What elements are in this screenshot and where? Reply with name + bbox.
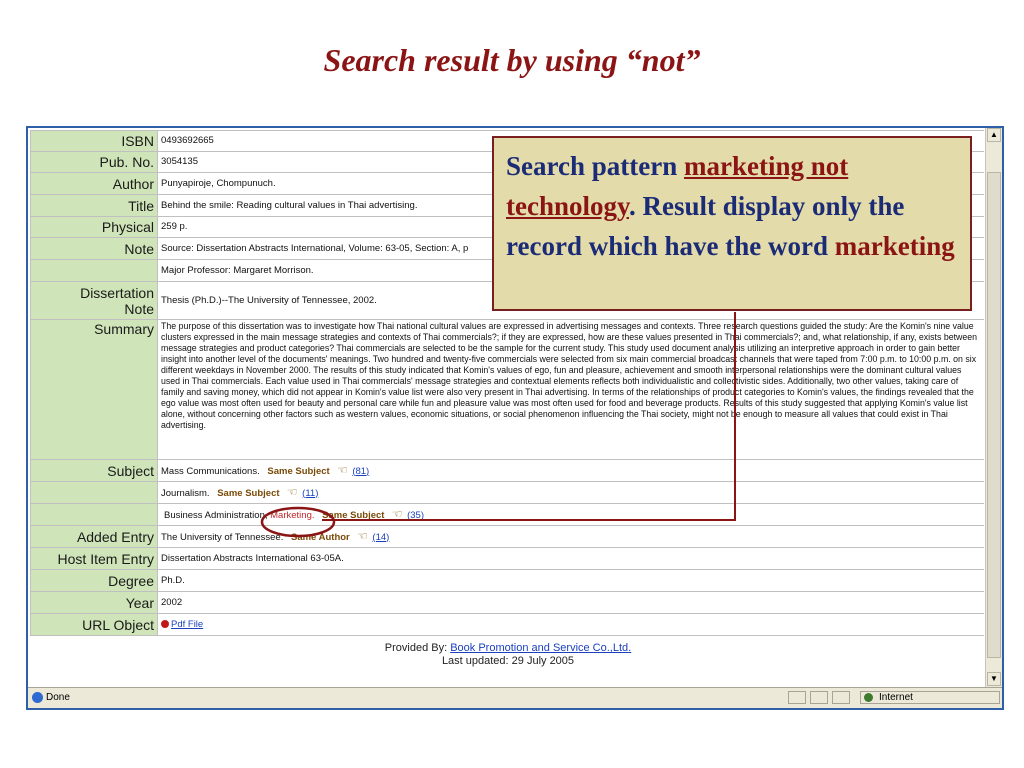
row-added-entry: Added Entry The University of Tennessee.… [30,525,984,548]
same-subject-link[interactable]: Same Subject [217,488,279,499]
author-count-link[interactable]: (14) [372,532,389,543]
status-segment [832,691,850,704]
row-subject-3: Business Administration, Marketing. Same… [30,503,984,526]
value-year: 2002 [157,591,984,614]
label-dissertation-line1: Dissertation [80,284,154,301]
same-author-link[interactable]: Same Author [291,532,350,543]
row-year: Year 2002 [30,591,984,614]
label-author: Author [30,172,158,195]
scroll-up-arrow-icon[interactable]: ▲ [987,128,1001,142]
security-zone: Internet [860,691,1000,704]
value-subject-3: Business Administration, Marketing. Same… [157,503,984,526]
value-url-object: Pdf File [157,613,984,636]
provided-by-label: Provided By: [384,642,448,654]
label-dissertation-line2: Note [124,300,154,317]
callout-text-1: Search pattern [506,151,684,181]
pointing-hand-icon[interactable]: ☜ [387,508,407,520]
subject-count-link[interactable]: (35) [407,510,424,521]
label-subject-empty [30,503,158,526]
value-subject-2: Journalism. Same Subject ☜ (11) [157,481,984,504]
row-degree: Degree Ph.D. [30,569,984,592]
status-bar: Done Internet [28,687,1002,708]
label-degree: Degree [30,569,158,592]
pointing-hand-icon[interactable]: ☜ [332,464,352,476]
callout-keyword: marketing [834,231,955,261]
value-host-item: Dissertation Abstracts International 63-… [157,547,984,570]
scroll-thumb[interactable] [987,172,1001,658]
row-subject-2: Journalism. Same Subject ☜ (11) [30,481,984,504]
value-subject-1: Mass Communications. Same Subject ☜ (81) [157,459,984,482]
label-isbn: ISBN [30,130,158,152]
last-updated: Last updated: 29 July 2005 [441,655,575,667]
label-dissertation-note: Dissertation Note [30,281,158,320]
row-host-item: Host Item Entry Dissertation Abstracts I… [30,547,984,570]
zone-text: Internet [879,692,913,703]
label-summary: Summary [30,319,158,460]
status-segment [810,691,828,704]
label-added-entry: Added Entry [30,525,158,548]
provided-by-line: Provided By: Book Promotion and Service … [30,642,984,655]
marketing-highlight: Marketing. [270,509,315,521]
pointing-hand-icon[interactable]: ☜ [282,486,302,498]
row-url-object: URL Object Pdf File [30,613,984,636]
slide-title: Search result by using “not” [323,42,701,78]
status-segment [788,691,806,704]
label-host-item: Host Item Entry [30,547,158,570]
value-degree: Ph.D. [157,569,984,592]
row-subject-1: Subject Mass Communications. Same Subjec… [30,459,984,482]
pdf-file-link[interactable]: Pdf File [171,619,203,630]
added-entry-text: The University of Tennessee. [161,531,284,543]
scroll-down-arrow-icon[interactable]: ▼ [987,672,1001,686]
globe-icon [864,693,873,702]
label-subject: Subject [30,459,158,482]
pointing-hand-icon[interactable]: ☜ [352,530,372,542]
label-subject-empty [30,481,158,504]
label-title: Title [30,194,158,217]
label-year: Year [30,591,158,614]
subject-text: Business Administration, [164,509,271,521]
same-subject-link[interactable]: Same Subject [322,510,384,521]
label-note-2 [30,259,158,282]
callout-box: Search pattern marketing not technology.… [492,136,972,311]
subject-count-link[interactable]: (11) [302,488,318,499]
label-url-object: URL Object [30,613,158,636]
subject-count-link[interactable]: (81) [352,466,369,477]
value-added-entry: The University of Tennessee. Same Author… [157,525,984,548]
label-physical: Physical [30,216,158,238]
vertical-scrollbar[interactable]: ▲ ▼ [985,128,1002,688]
same-subject-link[interactable]: Same Subject [267,466,329,477]
ie-page-icon [32,692,43,703]
value-summary: The purpose of this dissertation was to … [157,319,984,460]
status-text: Done [46,692,70,703]
provider-link[interactable]: Book Promotion and Service Co.,Ltd. [450,642,631,654]
row-summary: Summary The purpose of this dissertation… [30,319,984,460]
subject-text: Journalism. [161,487,210,499]
subject-text: Mass Communications. [161,465,260,477]
red-dot-icon [161,619,169,628]
label-pubno: Pub. No. [30,151,158,173]
page-footer: Provided By: Book Promotion and Service … [30,642,984,668]
label-note: Note [30,237,158,260]
